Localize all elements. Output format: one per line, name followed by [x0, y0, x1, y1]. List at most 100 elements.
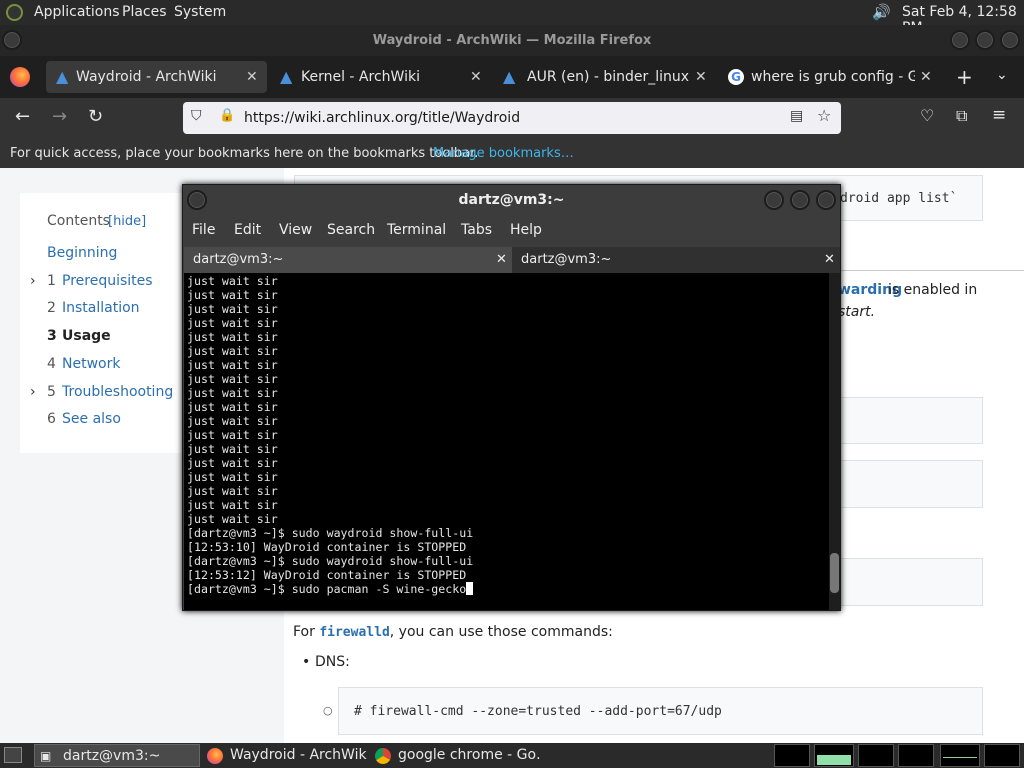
- terminal-menu-help[interactable]: Help: [510, 222, 542, 238]
- tab-aur[interactable]: ▲ AUR (en) - binder_linux-dkms ✕: [497, 61, 715, 93]
- code-block: # firewall-cmd --zone=trusted --add-port…: [338, 687, 983, 735]
- terminal-menu-view[interactable]: View: [279, 222, 312, 238]
- maximize-button[interactable]: [790, 190, 810, 210]
- new-tab-icon[interactable]: +: [956, 65, 973, 89]
- url-text[interactable]: https://wiki.archlinux.org/title/Waydroi…: [244, 110, 520, 126]
- extensions-icon[interactable]: ⧉: [956, 106, 967, 126]
- tab-kernel[interactable]: ▲ Kernel - ArchWiki ✕: [272, 61, 492, 93]
- terminal-menu-file[interactable]: File: [192, 222, 215, 238]
- terminal-tab-2[interactable]: dartz@vm3:~ ✕: [512, 247, 840, 273]
- bullet: ○: [323, 704, 333, 717]
- reader-view-icon[interactable]: ▤: [790, 108, 803, 124]
- code-block: [820, 558, 983, 606]
- window-menu-button[interactable]: [187, 190, 207, 210]
- chrome-icon: [375, 748, 391, 764]
- task-firefox[interactable]: Waydroid - ArchWik…: [202, 744, 368, 767]
- terminal-line: just wait sir: [187, 302, 278, 316]
- terminal-line: [12:53:10] WayDroid container is STOPPED: [187, 540, 467, 554]
- tab-close-icon[interactable]: ✕: [920, 61, 932, 93]
- show-desktop-icon[interactable]: [4, 747, 22, 763]
- lock-icon[interactable]: 🔒: [219, 108, 235, 123]
- pocket-icon[interactable]: ♡: [920, 106, 934, 125]
- reload-icon[interactable]: ↻: [88, 106, 103, 127]
- toc-label[interactable]: Troubleshooting: [62, 384, 173, 400]
- toc-label[interactable]: Prerequisites: [62, 273, 153, 289]
- toc-label[interactable]: Beginning: [47, 245, 117, 261]
- menu-system[interactable]: System: [174, 4, 226, 20]
- system-monitor[interactable]: [940, 744, 980, 767]
- tab-waydroid[interactable]: ▲ Waydroid - ArchWiki ✕: [46, 61, 267, 93]
- tab-close-icon[interactable]: ✕: [496, 247, 507, 273]
- terminal-icon: ▣: [40, 749, 52, 763]
- terminal-menu-terminal[interactable]: Terminal: [387, 222, 446, 238]
- firefox-icon: [207, 748, 223, 764]
- firewalld-link[interactable]: firewalld: [319, 625, 389, 640]
- terminal-tab-1[interactable]: dartz@vm3:~ ✕: [184, 247, 512, 273]
- workspace-window: [817, 755, 851, 765]
- menu-applications[interactable]: Applications: [34, 4, 120, 20]
- toc-label[interactable]: Usage: [62, 328, 111, 344]
- shield-icon[interactable]: ⛉: [191, 108, 202, 124]
- firefox-titlebar: Waydroid - ArchWiki — Mozilla Firefox: [0, 25, 1024, 56]
- network-monitor[interactable]: [984, 744, 1020, 767]
- toc-label[interactable]: Installation: [62, 300, 140, 316]
- tab-close-icon[interactable]: ✕: [470, 61, 482, 93]
- manage-bookmarks-link[interactable]: Manage bookmarks…: [433, 146, 574, 161]
- task-terminal[interactable]: ▣ dartz@vm3:~: [34, 744, 200, 767]
- workspace-1[interactable]: [774, 744, 810, 767]
- terminal-line: [dartz@vm3 ~]$ sudo waydroid show-full-u…: [187, 554, 474, 568]
- terminal-scrollbar[interactable]: [829, 273, 840, 610]
- maximize-button[interactable]: [975, 30, 995, 50]
- terminal-cursor: [466, 582, 474, 595]
- workspace-2[interactable]: [814, 744, 854, 767]
- terminal-line: just wait sir: [187, 400, 278, 414]
- chevron-right-icon[interactable]: ›: [30, 273, 36, 289]
- minimize-button[interactable]: [950, 30, 970, 50]
- window-menu-button[interactable]: [2, 30, 22, 50]
- toc-number: 3: [47, 328, 57, 345]
- chevron-right-icon[interactable]: ›: [30, 384, 36, 400]
- menu-places[interactable]: Places: [122, 4, 167, 20]
- terminal-line: just wait sir: [187, 330, 278, 344]
- toc-label[interactable]: Network: [62, 356, 120, 372]
- toc-label[interactable]: See also: [62, 411, 121, 427]
- terminal-prompt-line: [dartz@vm3 ~]$ sudo pacman -S wine-gecko: [187, 582, 826, 596]
- app-menu-icon[interactable]: ≡: [992, 105, 1006, 125]
- dns-label: DNS:: [315, 654, 350, 670]
- code-text: # firewall-cmd --zone=trusted --add-port…: [354, 704, 722, 719]
- terminal-menu-edit[interactable]: Edit: [234, 222, 261, 238]
- back-icon[interactable]: ←: [15, 106, 30, 127]
- terminal-line: just wait sir: [187, 428, 278, 442]
- forward-icon[interactable]: →: [52, 106, 67, 127]
- toc-hide-link[interactable]: [hide]: [108, 214, 146, 229]
- firefox-icon[interactable]: [10, 67, 30, 87]
- terminal-tab-label: dartz@vm3:~: [193, 252, 284, 267]
- close-window-button[interactable]: [1000, 30, 1020, 50]
- workspace-4[interactable]: [898, 744, 934, 767]
- tab-close-icon[interactable]: ✕: [824, 247, 835, 273]
- bookmark-star-icon[interactable]: ☆: [817, 106, 831, 125]
- terminal-line: just wait sir: [187, 372, 278, 386]
- terminal-menu-tabs[interactable]: Tabs: [461, 222, 492, 238]
- terminal-line: just wait sir: [187, 484, 278, 498]
- scrollbar-thumb[interactable]: [830, 553, 839, 593]
- bookmarks-toolbar: For quick access, place your bookmarks h…: [0, 139, 1024, 168]
- tab-close-icon[interactable]: ✕: [246, 61, 258, 93]
- tab-close-icon[interactable]: ✕: [695, 61, 707, 93]
- terminal-titlebar: dartz@vm3:~: [183, 185, 840, 215]
- volume-icon[interactable]: 🔊: [872, 3, 891, 21]
- distro-logo-icon[interactable]: [6, 4, 23, 21]
- close-window-button[interactable]: [816, 190, 836, 210]
- workspace-3[interactable]: [858, 744, 894, 767]
- terminal-line: [12:53:12] WayDroid container is STOPPED: [187, 568, 467, 582]
- top-panel: Applications Places System 🔊 Sat Feb 4, …: [0, 0, 1024, 36]
- list-all-tabs-icon[interactable]: ⌄: [996, 67, 1008, 83]
- terminal-line: just wait sir: [187, 274, 278, 288]
- bottom-taskbar: ▣ dartz@vm3:~ Waydroid - ArchWik… google…: [0, 743, 1024, 768]
- minimize-button[interactable]: [764, 190, 784, 210]
- terminal-output[interactable]: just wait sir just wait sir just wait sir j…: [184, 273, 829, 610]
- firewalld-suffix: , you can use those commands:: [389, 624, 613, 640]
- terminal-menu-search[interactable]: Search: [327, 222, 375, 238]
- tab-google[interactable]: G where is grub config - Google ✕: [722, 61, 940, 93]
- task-chrome[interactable]: google chrome - Go…: [370, 744, 540, 767]
